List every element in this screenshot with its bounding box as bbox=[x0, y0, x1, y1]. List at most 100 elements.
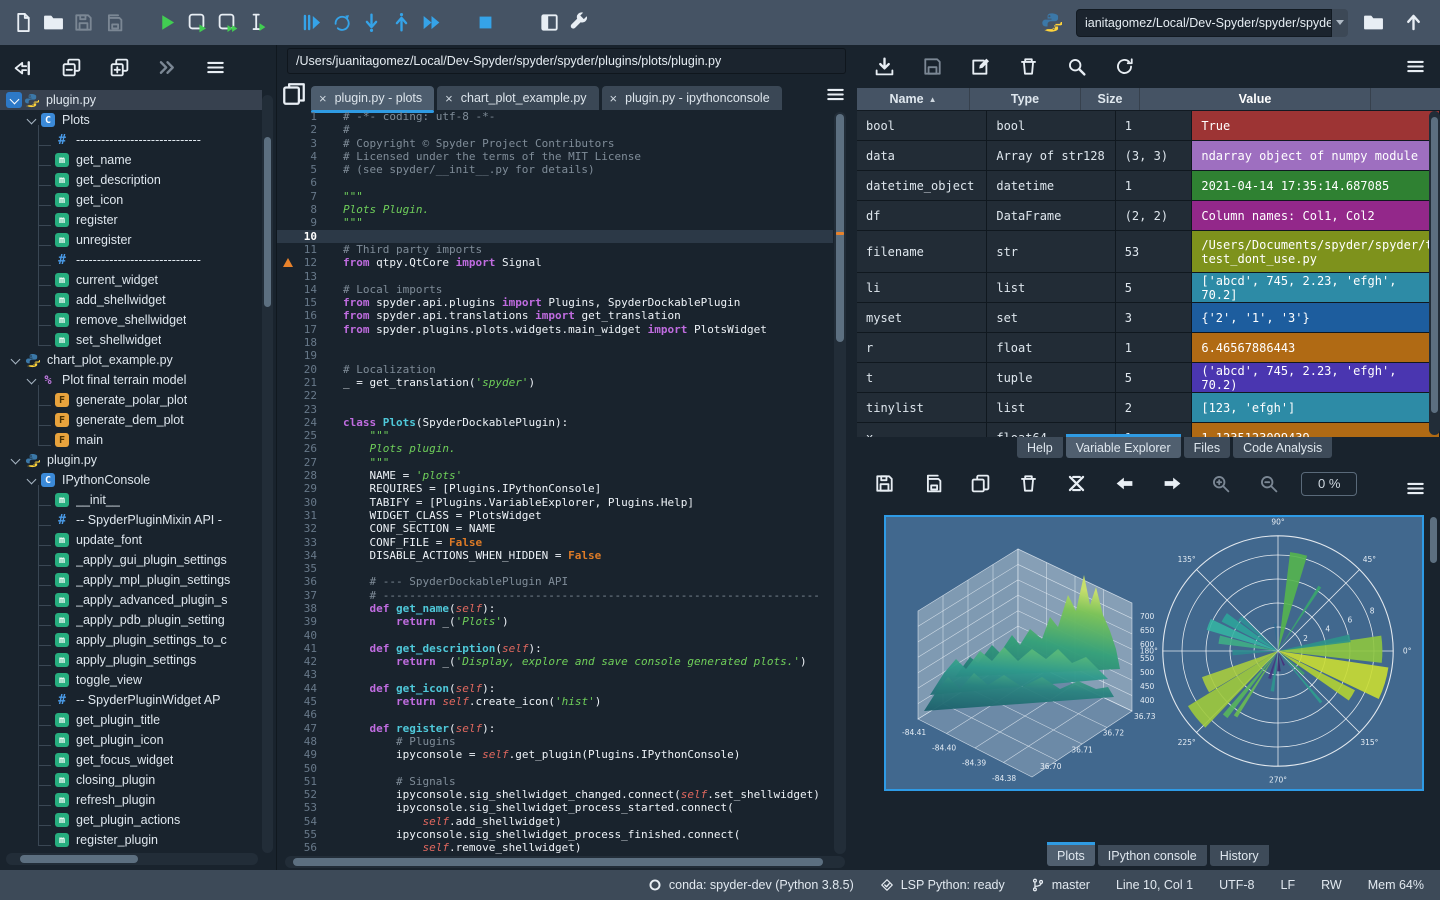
variable-name[interactable]: datetime_object bbox=[857, 171, 987, 200]
rerun-cell-button[interactable] bbox=[326, 8, 356, 38]
variable-value[interactable]: 2021-04-14 17:35:14.687085 bbox=[1192, 171, 1440, 200]
variable-size[interactable]: (2, 2) bbox=[1116, 201, 1193, 230]
save-data-as-button[interactable] bbox=[965, 52, 995, 82]
run-cell-button[interactable] bbox=[182, 8, 212, 38]
code-line-50[interactable]: 50 bbox=[277, 762, 833, 775]
stop-execution-button[interactable] bbox=[470, 8, 500, 38]
code-line-5[interactable]: 5# (see spyder/__init__.py for details) bbox=[277, 163, 833, 176]
column-header-size[interactable]: Size bbox=[1081, 88, 1140, 110]
variable-type[interactable]: float bbox=[987, 333, 1115, 362]
code-line-28[interactable]: 28 NAME = 'plots' bbox=[277, 469, 833, 482]
variable-value[interactable]: ndarray object of numpy module bbox=[1192, 141, 1440, 170]
variable-name[interactable]: data bbox=[857, 141, 987, 170]
code-line-1[interactable]: 1# -*- coding: utf-8 -*- bbox=[277, 110, 833, 123]
code-line-37[interactable]: 37 # -----------------------------------… bbox=[277, 589, 833, 602]
variable-table[interactable]: Name▲TypeSizeValueboolbool1TruedataArray… bbox=[857, 88, 1440, 437]
variable-type[interactable]: Array of str128 bbox=[987, 141, 1115, 170]
expand-chevron-icon[interactable] bbox=[11, 454, 21, 464]
variable-row-filename[interactable]: filenamestr53/Users/Documents/spyder/spy… bbox=[857, 231, 1440, 273]
code-line-43[interactable]: 43 bbox=[277, 668, 833, 681]
variable-type[interactable]: tuple bbox=[987, 363, 1115, 392]
working-directory-dropdown[interactable] bbox=[1332, 9, 1348, 37]
status-rw[interactable]: RW bbox=[1321, 878, 1342, 892]
go-to-cursor-button[interactable] bbox=[8, 53, 38, 83]
code-line-15[interactable]: 15from spyder.api.plugins import Plugins… bbox=[277, 296, 833, 309]
code-line-29[interactable]: 29 REQUIRES = [Plugins.IPythonConsole] bbox=[277, 482, 833, 495]
code-line-18[interactable]: 18 bbox=[277, 336, 833, 349]
working-directory-input[interactable]: ianitagomez/Local/Dev-Spyder/spyder/spyd… bbox=[1076, 9, 1332, 37]
remove-plot-button[interactable] bbox=[1013, 469, 1043, 499]
status-master[interactable]: master bbox=[1031, 878, 1090, 892]
status-conda[interactable]: conda: spyder-dev (Python 3.8.5) bbox=[648, 878, 854, 892]
tab-plots[interactable]: Plots bbox=[1047, 845, 1095, 866]
new-file-button[interactable] bbox=[8, 8, 38, 38]
code-line-32[interactable]: 32 CONF_SECTION = NAME bbox=[277, 522, 833, 535]
code-line-19[interactable]: 19 bbox=[277, 349, 833, 362]
tab-files[interactable]: Files bbox=[1184, 437, 1230, 458]
step-return-button[interactable] bbox=[386, 8, 416, 38]
variable-size[interactable]: 3 bbox=[1116, 303, 1193, 332]
code-line-41[interactable]: 41 def get_description(self): bbox=[277, 642, 833, 655]
step-into-button[interactable] bbox=[356, 8, 386, 38]
close-tab-icon[interactable]: × bbox=[610, 91, 618, 106]
debug-file-button[interactable] bbox=[296, 8, 326, 38]
code-line-38[interactable]: 38 def get_name(self): bbox=[277, 602, 833, 615]
column-header-value[interactable]: Value bbox=[1140, 88, 1371, 110]
options-menu-button[interactable] bbox=[200, 53, 230, 83]
code-line-34[interactable]: 34 DISABLE_ACTIONS_WHEN_HIDDEN = False bbox=[277, 549, 833, 562]
variable-value[interactable]: 1.1235123099439 bbox=[1192, 423, 1440, 437]
close-tab-icon[interactable]: × bbox=[319, 91, 327, 106]
close-tab-icon[interactable]: × bbox=[445, 91, 453, 106]
variable-name[interactable]: tinylist bbox=[857, 393, 987, 422]
code-line-13[interactable]: 13 bbox=[277, 270, 833, 283]
tab-history[interactable]: History bbox=[1210, 845, 1269, 866]
column-header-type[interactable]: Type bbox=[970, 88, 1081, 110]
plots-scrollbar[interactable] bbox=[1428, 517, 1438, 787]
status-lf[interactable]: LF bbox=[1281, 878, 1296, 892]
import-data-button[interactable] bbox=[869, 52, 899, 82]
variable-size[interactable]: 5 bbox=[1116, 273, 1193, 302]
variable-size[interactable]: (3, 3) bbox=[1116, 141, 1193, 170]
variable-value[interactable]: ('abcd', 745, 2.23, 'efgh', 70.2) bbox=[1192, 363, 1440, 392]
search-variable-button[interactable] bbox=[1061, 52, 1091, 82]
remove-variable-button[interactable] bbox=[1013, 52, 1043, 82]
editor-tab-plugin.py---ipythonconsole[interactable]: ×plugin.py - ipythonconsole bbox=[602, 86, 782, 110]
variable-table-scrollbar[interactable] bbox=[1429, 111, 1440, 435]
save-file-button[interactable] bbox=[68, 8, 98, 38]
variable-explorer-options-menu[interactable] bbox=[1400, 51, 1430, 81]
expand-chevron-icon[interactable] bbox=[27, 374, 37, 384]
variable-name[interactable]: bool bbox=[857, 111, 987, 140]
code-line-9[interactable]: 9""" bbox=[277, 216, 833, 229]
variable-row-t[interactable]: ttuple5('abcd', 745, 2.23, 'efgh', 70.2) bbox=[857, 363, 1440, 393]
copy-plot-button[interactable] bbox=[965, 469, 995, 499]
plots-options-menu[interactable] bbox=[1400, 473, 1430, 503]
code-line-12[interactable]: 12from qtpy.QtCore import Signal bbox=[277, 256, 833, 269]
editor-options-menu[interactable] bbox=[820, 79, 850, 109]
variable-value[interactable]: [123, 'efgh'] bbox=[1192, 393, 1440, 422]
code-line-8[interactable]: 8Plots Plugin. bbox=[277, 203, 833, 216]
code-line-45[interactable]: 45 return self.create_icon('hist') bbox=[277, 695, 833, 708]
variable-value[interactable]: 6.46567886443 bbox=[1192, 333, 1440, 362]
code-line-47[interactable]: 47 def register(self): bbox=[277, 722, 833, 735]
variable-name[interactable]: filename bbox=[857, 231, 987, 272]
zoom-in-button[interactable] bbox=[1205, 469, 1235, 499]
code-line-16[interactable]: 16from spyder.api.translations import ge… bbox=[277, 309, 833, 322]
outline-item-register_plugin[interactable]: mregister_plugin bbox=[0, 830, 262, 850]
tab-code-analysis[interactable]: Code Analysis bbox=[1233, 437, 1332, 458]
zoom-out-button[interactable] bbox=[1253, 469, 1283, 499]
code-line-7[interactable]: 7""" bbox=[277, 190, 833, 203]
code-line-10[interactable]: 10 bbox=[277, 230, 833, 243]
code-line-27[interactable]: 27 """ bbox=[277, 456, 833, 469]
expand-chevron-icon[interactable] bbox=[27, 114, 37, 124]
save-all-button[interactable] bbox=[98, 8, 128, 38]
code-line-54[interactable]: 54 self.add_shellwidget) bbox=[277, 815, 833, 828]
outline-item-chart_plot_example.py[interactable]: chart_plot_example.py bbox=[0, 350, 262, 370]
wrench-preferences-button[interactable] bbox=[564, 8, 594, 38]
code-line-17[interactable]: 17from spyder.plugins.plots.widgets.main… bbox=[277, 323, 833, 336]
code-line-36[interactable]: 36 # --- SpyderDockablePlugin API bbox=[277, 575, 833, 588]
editor-vertical-scrollbar[interactable] bbox=[834, 112, 846, 854]
variable-name[interactable]: myset bbox=[857, 303, 987, 332]
expand-chevron-icon[interactable] bbox=[6, 92, 22, 108]
code-line-52[interactable]: 52 ipyconsole.sig_shellwidget_changed.co… bbox=[277, 788, 833, 801]
variable-value[interactable]: /Users/Documents/spyder/spyder/tests/ te… bbox=[1192, 231, 1440, 272]
